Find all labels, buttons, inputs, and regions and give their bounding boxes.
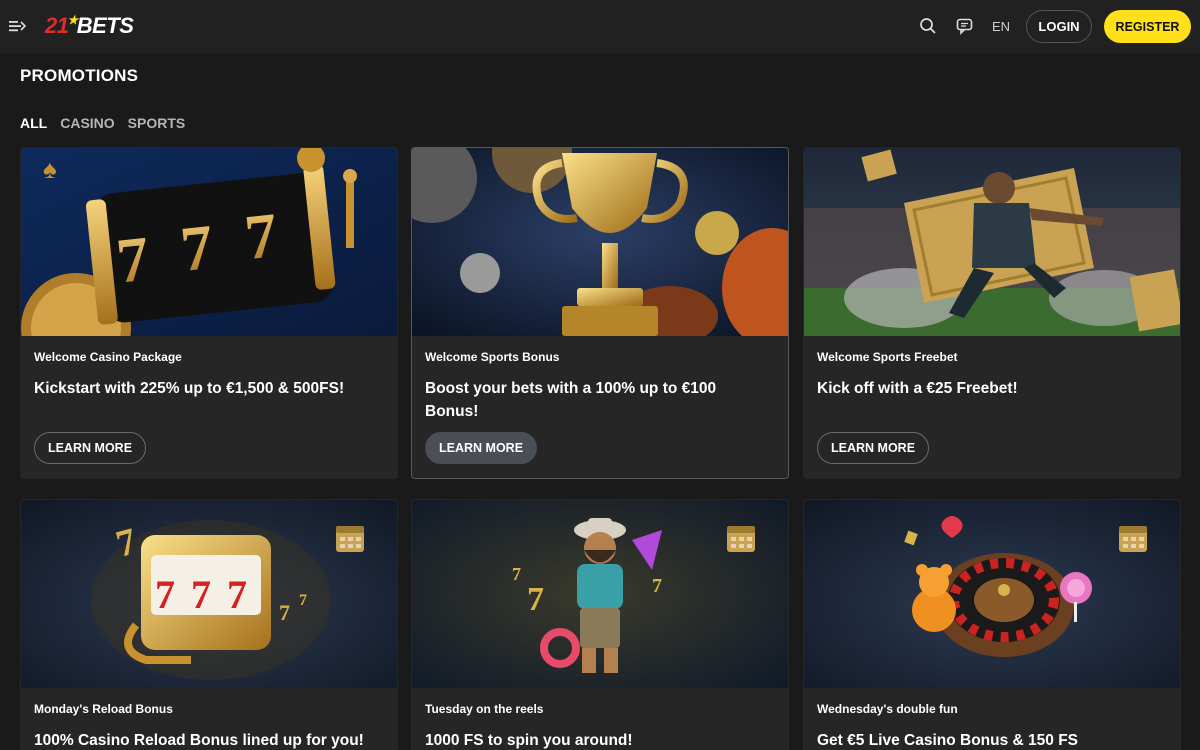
register-button[interactable]: REGISTER (1104, 10, 1191, 43)
page-title: PROMOTIONS (20, 66, 139, 85)
svg-text:7: 7 (279, 600, 290, 625)
promo-title: Kick off with a €25 Freebet! (817, 380, 1018, 397)
promo-card[interactable]: 7 7 7 7 7 7 Monday's Reload Bonus 100% C… (20, 499, 398, 750)
menu-toggle-icon[interactable] (8, 17, 26, 35)
promo-card[interactable]: 7 7 7 Tuesday on the reels 1000 FS to sp… (411, 499, 789, 750)
svg-text:7: 7 (527, 581, 544, 618)
promo-banner-reload-slot: 7 7 7 7 7 7 (21, 500, 397, 688)
promo-category: Welcome Sports Freebet (817, 350, 958, 364)
svg-text:7: 7 (299, 592, 307, 609)
promo-title: Kickstart with 225% up to €1,500 & 500FS… (34, 380, 345, 397)
login-button[interactable]: LOGIN (1026, 10, 1092, 43)
promo-category: Tuesday on the reels (425, 702, 544, 716)
promo-card[interactable]: 7 7 7 ♠ Welcome Casino Package Kickstart… (20, 147, 398, 479)
promo-banner-cowboy-reels: 7 7 7 (412, 500, 788, 688)
svg-text:7: 7 (512, 564, 521, 584)
svg-text:♠: ♠ (43, 154, 57, 184)
learn-more-button[interactable]: LEARN MORE (34, 432, 147, 464)
promo-category: Monday's Reload Bonus (34, 702, 173, 716)
promo-card[interactable]: Wednesday's double fun Get €5 Live Casin… (803, 499, 1181, 750)
promo-title: Get €5 Live Casino Bonus & 150 FS (817, 732, 1078, 749)
brand-logo[interactable]: 21 ★ BETS (45, 13, 134, 38)
promo-banner-football-freebet (804, 148, 1180, 336)
promo-filter-tabs: ALL CASINO SPORTS (20, 115, 198, 131)
promo-banner-trophy (412, 148, 788, 336)
svg-text:7: 7 (191, 572, 211, 617)
search-icon[interactable] (919, 17, 937, 35)
chat-icon[interactable] (956, 17, 974, 35)
promo-card[interactable]: Welcome Sports Freebet Kick off with a €… (803, 147, 1181, 479)
promo-category: Welcome Casino Package (34, 350, 182, 364)
svg-text:7: 7 (652, 575, 662, 597)
tab-casino[interactable]: CASINO (60, 115, 114, 131)
learn-more-button[interactable]: LEARN MORE (425, 432, 538, 464)
promo-title: 100% Casino Reload Bonus lined up for yo… (34, 732, 364, 749)
svg-text:7: 7 (155, 572, 175, 617)
promo-banner-slot-machine: 7 7 7 ♠ (21, 148, 397, 336)
promo-title: 1000 FS to spin you around! (425, 732, 633, 749)
promo-title: Boost your bets with a 100% up to €100 B… (425, 380, 717, 420)
svg-text:7: 7 (227, 572, 247, 617)
promo-banner-roulette (804, 500, 1180, 688)
language-selector[interactable]: EN (992, 19, 1010, 34)
promo-category: Welcome Sports Bonus (425, 350, 560, 364)
top-header: 21 ★ BETS EN LOGIN REGISTER (0, 0, 1200, 53)
learn-more-button[interactable]: LEARN MORE (817, 432, 930, 464)
tab-all[interactable]: ALL (20, 115, 47, 131)
promo-category: Wednesday's double fun (817, 702, 958, 716)
promo-card[interactable]: Welcome Sports Bonus Boost your bets wit… (411, 147, 789, 479)
tab-sports[interactable]: SPORTS (128, 115, 186, 131)
